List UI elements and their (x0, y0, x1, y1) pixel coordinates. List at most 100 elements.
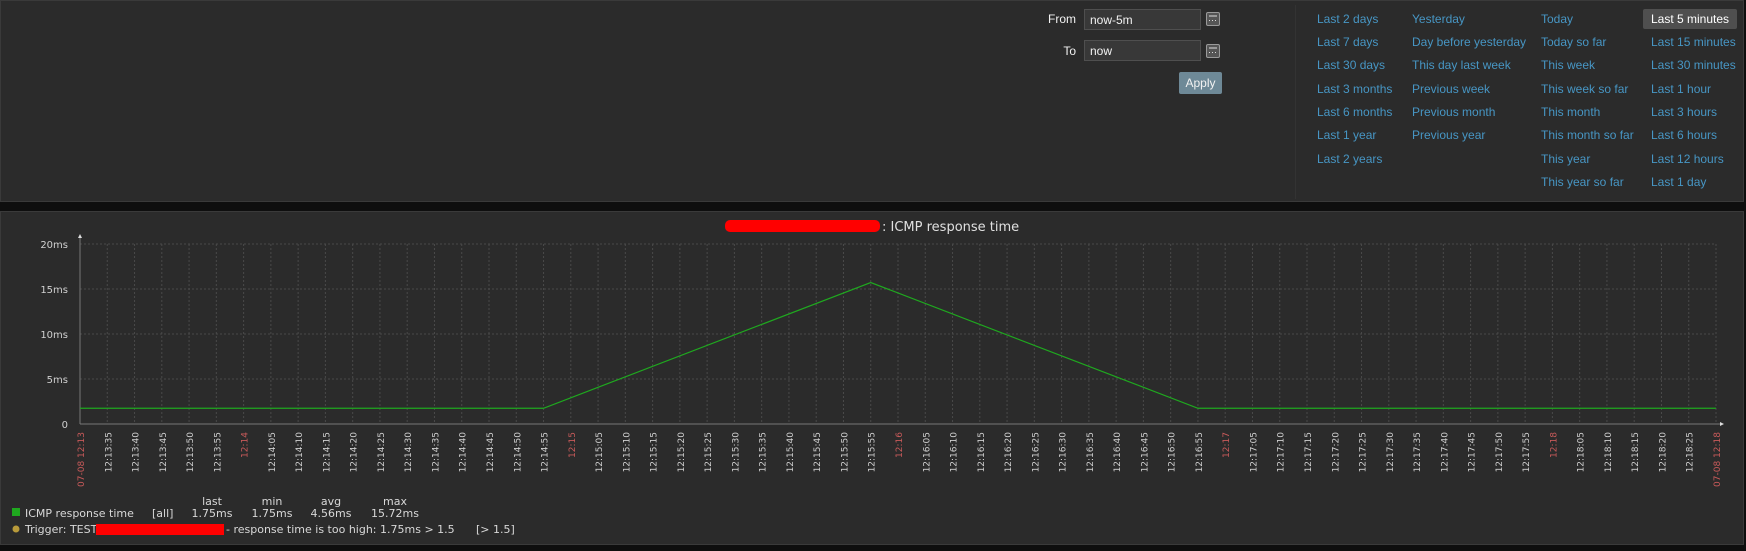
x-tick-label: 12:14:40 (459, 432, 469, 473)
x-tick-label: 12:15:55 (868, 432, 878, 472)
quick-range-last-3-months[interactable]: Last 3 months (1317, 82, 1392, 96)
redaction-mark (96, 524, 224, 535)
graph: : ICMP response time 0 5ms 10ms 15ms 20ms 07-0… (12, 220, 1724, 536)
x-tick-label: 12:17:25 (1359, 432, 1369, 472)
trigger-text: - response time is too high: 1.75ms > 1.… (226, 523, 455, 536)
quick-range-this-year[interactable]: This year (1541, 152, 1590, 166)
x-tick-label: 12:17:15 (1304, 432, 1314, 472)
quick-range-this-month[interactable]: This month (1541, 105, 1600, 119)
x-tick-label: 12:16:05 (922, 432, 932, 472)
quick-range-previous-week[interactable]: Previous week (1412, 82, 1490, 96)
y-tick-label: 5ms (47, 375, 68, 386)
x-tick-label: 12:13:55 (213, 432, 223, 472)
x-tick-label: 12:18:25 (1686, 432, 1696, 472)
legend-func: [all] (152, 507, 173, 520)
x-tick-label: 12:15 (568, 432, 578, 458)
legend-avg: 4.56ms (311, 507, 352, 520)
from-input[interactable] (1084, 9, 1201, 30)
x-tick-label: 12:15:05 (595, 432, 605, 472)
x-tick-label: 12:15:45 (813, 432, 823, 472)
quick-range-last-2-days[interactable]: Last 2 days (1317, 12, 1378, 26)
x-tick-label: 12:14:25 (377, 432, 387, 472)
x-tick-label: 12:16:35 (1086, 432, 1096, 472)
x-tick-label: 12:14 (241, 432, 251, 458)
x-tick-label: 12:17:10 (1277, 432, 1287, 473)
y-tick-label: 15ms (40, 285, 68, 296)
to-input[interactable] (1084, 40, 1201, 61)
graph-title: : ICMP response time (882, 220, 1019, 235)
redaction-mark (725, 220, 880, 232)
x-tick-label: 12:16:20 (1004, 432, 1014, 473)
quick-range-this-day-last-week[interactable]: This day last week (1412, 58, 1511, 72)
legend-name: ICMP response time (25, 507, 134, 520)
time-filter-panel: From To Apply Last 2 days Last 7 days Last… (0, 0, 1744, 202)
x-axis-arrow-icon (1720, 422, 1724, 426)
from-label: From (1048, 12, 1076, 26)
x-tick-label: 12:17:45 (1468, 432, 1478, 472)
x-tick-label: 12:18:10 (1604, 432, 1614, 473)
x-tick-label: 12:17:40 (1440, 432, 1450, 473)
graph-panel: : ICMP response time 0 5ms 10ms 15ms 20ms 07-0… (0, 211, 1744, 545)
x-tick-label: 07-08 12:13 (77, 432, 87, 487)
quick-range-this-week[interactable]: This week (1541, 58, 1595, 72)
quick-range-day-before-yesterday[interactable]: Day before yesterday (1412, 35, 1526, 49)
quick-range-last-1-hour[interactable]: Last 1 hour (1651, 82, 1711, 96)
apply-button[interactable]: Apply (1179, 72, 1222, 94)
x-tick-label: 12:16:30 (1059, 432, 1069, 473)
trigger-prefix: Trigger: TEST (24, 523, 98, 536)
x-tick-label: 12:13:40 (132, 432, 142, 473)
quick-range-last-30-days[interactable]: Last 30 days (1317, 58, 1385, 72)
y-axis-arrow-icon (78, 234, 82, 238)
x-tick-label: 12:14:45 (486, 432, 496, 472)
x-tick-label: 12:14:05 (268, 432, 278, 472)
x-tick-label: 12:15:20 (677, 432, 687, 473)
quick-range-this-year-so-far[interactable]: This year so far (1541, 175, 1624, 189)
trigger-threshold: [> 1.5] (476, 523, 515, 536)
x-tick-label: 12:17:35 (1413, 432, 1423, 472)
quick-range-last-1-day[interactable]: Last 1 day (1651, 175, 1706, 189)
quick-range-today[interactable]: Today (1541, 12, 1573, 26)
x-tick-label: 12:16 (895, 432, 905, 458)
quick-range-previous-year[interactable]: Previous year (1412, 128, 1485, 142)
quick-range-last-3-hours[interactable]: Last 3 hours (1651, 105, 1717, 119)
quick-range-last-1-year[interactable]: Last 1 year (1317, 128, 1376, 142)
x-tick-label: 12:13:45 (159, 432, 169, 472)
quick-range-previous-month[interactable]: Previous month (1412, 105, 1495, 119)
x-tick-label: 12:16:10 (950, 432, 960, 473)
x-tick-label: 12:16:45 (1140, 432, 1150, 472)
x-tick-label: 12:16:15 (977, 432, 987, 472)
y-tick-label: 10ms (40, 330, 68, 341)
from-calendar-icon[interactable] (1206, 12, 1220, 26)
x-tick-label: 12:15:25 (704, 432, 714, 472)
x-tick-label: 12:15:40 (786, 432, 796, 473)
x-tick-label: 12:18:15 (1631, 432, 1641, 472)
quick-range-last-15-minutes[interactable]: Last 15 minutes (1651, 35, 1736, 49)
quick-range-last-7-days[interactable]: Last 7 days (1317, 35, 1378, 49)
quick-range-this-week-so-far[interactable]: This week so far (1541, 82, 1628, 96)
x-tick-label: 12:16:25 (1031, 432, 1041, 472)
quick-range-last-2-years[interactable]: Last 2 years (1317, 152, 1382, 166)
x-tick-label: 12:17 (1222, 432, 1232, 458)
x-tick-label: 12:16:50 (1168, 432, 1178, 473)
x-tick-label: 12:17:30 (1386, 432, 1396, 473)
trigger-icon (12, 525, 20, 533)
x-tick-label: 12:15:15 (650, 432, 660, 472)
quick-range-last-12-hours[interactable]: Last 12 hours (1651, 152, 1724, 166)
x-tick-label: 12:14:35 (431, 432, 441, 472)
x-tick-label: 12:14:20 (350, 432, 360, 473)
x-tick-label: 12:14:15 (322, 432, 332, 472)
quick-range-last-6-months[interactable]: Last 6 months (1317, 105, 1392, 119)
x-tick-label: 12:17:05 (1249, 432, 1259, 472)
quick-range-this-month-so-far[interactable]: This month so far (1541, 128, 1634, 142)
quick-range-last-30-minutes[interactable]: Last 30 minutes (1651, 58, 1736, 72)
quick-range-last-6-hours[interactable]: Last 6 hours (1651, 128, 1717, 142)
quick-range-last-5-minutes[interactable]: Last 5 minutes (1643, 9, 1738, 29)
x-tick-label: 12:16:55 (1195, 432, 1205, 472)
legend-max: 15.72ms (371, 507, 419, 520)
quick-range-today-so-far[interactable]: Today so far (1541, 35, 1606, 49)
x-tick-label: 12:17:55 (1522, 432, 1532, 472)
quick-range-yesterday[interactable]: Yesterday (1412, 12, 1465, 26)
to-calendar-icon[interactable] (1206, 44, 1220, 58)
x-tick-label: 12:14:10 (295, 432, 305, 473)
x-tick-label: 12:15:50 (840, 432, 850, 473)
